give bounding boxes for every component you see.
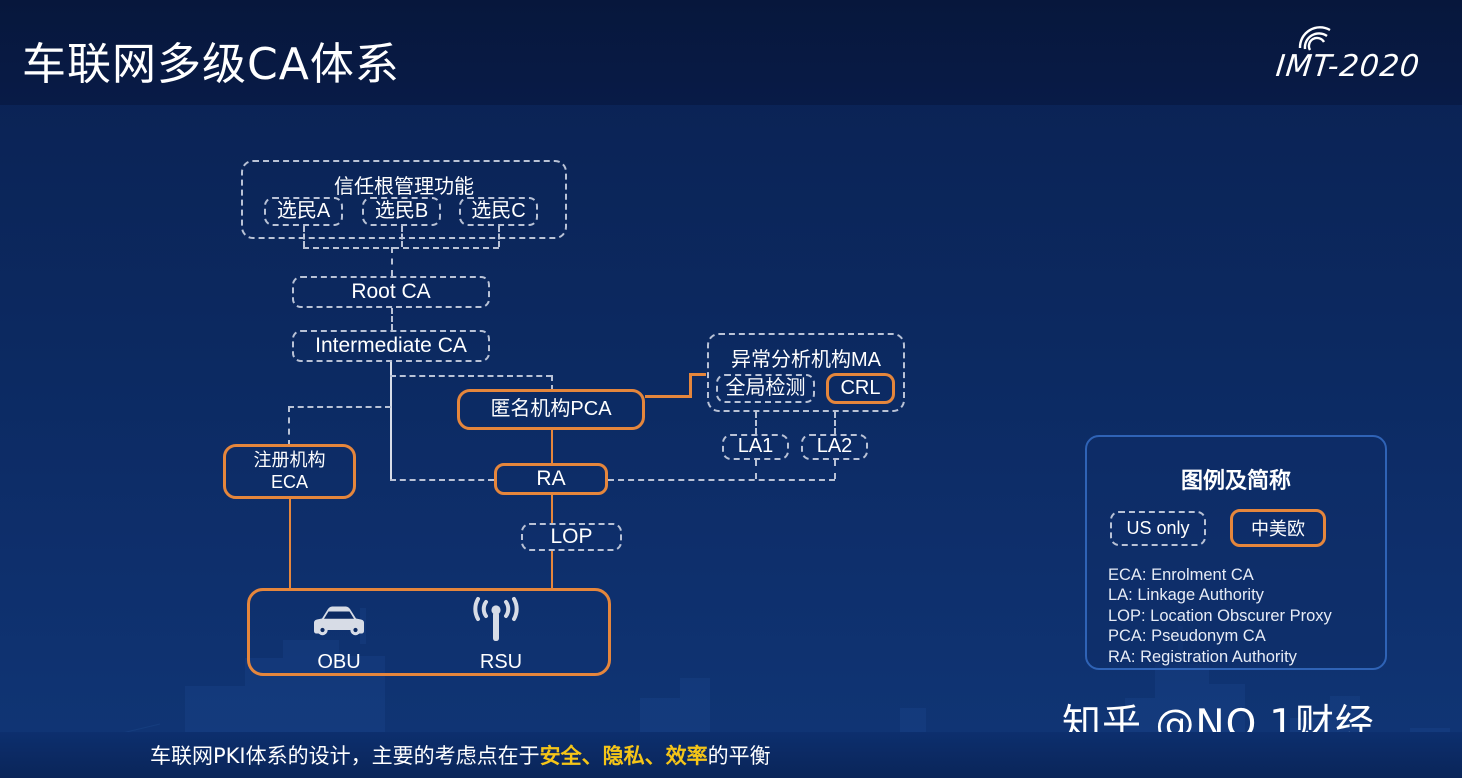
legend-abbr-pca: PCA: Pseudonym CA <box>1108 627 1266 646</box>
legend-chip-us-only[interactable]: US only <box>1110 511 1206 546</box>
legend-abbr-ra: RA: Registration Authority <box>1108 647 1297 666</box>
legend-abbr-lop: LOP: Location Obscurer Proxy <box>1108 606 1332 625</box>
legend-abbr-la: LA: Linkage Authority <box>1108 586 1264 605</box>
intermediate-ca-box[interactable]: Intermediate CA <box>292 330 490 362</box>
connector-voter-bus <box>303 247 499 249</box>
pca-box[interactable]: 匿名机构PCA <box>457 389 645 430</box>
crl-box[interactable]: CRL <box>826 373 895 404</box>
connector-ma-to-la1 <box>755 412 757 434</box>
connector-ra-to-lop <box>551 495 553 523</box>
connector-intermediate-down-trunk <box>390 362 392 479</box>
connector-eca-to-obu <box>289 499 291 590</box>
connector-intermediate-right <box>390 375 552 377</box>
voter-a-box[interactable]: 选民A <box>264 197 343 226</box>
connector-ma-top-into-box <box>689 373 706 376</box>
legend-abbr-eca: ECA: Enrolment CA <box>1108 566 1254 584</box>
rsu-label: RSU <box>479 651 523 673</box>
obu-label: OBU <box>317 651 361 673</box>
ma-group-title: 异常分析机构MA <box>731 349 881 371</box>
caption-highlight: 安全、隐私、效率 <box>539 744 708 768</box>
eca-box[interactable]: 注册机构 ECA <box>223 444 356 499</box>
connector-voter-c-down <box>498 226 500 247</box>
connector-bus-to-root-ca <box>391 247 393 276</box>
antenna-broadcast-icon <box>473 597 519 641</box>
voter-b-box[interactable]: 选民B <box>362 197 441 226</box>
connector-ra-left-bus <box>390 479 494 481</box>
connector-pca-to-ma-horizontal <box>645 395 690 398</box>
root-ca-box[interactable]: Root CA <box>292 276 490 308</box>
legend-chip-china-us-eu[interactable]: 中美欧 <box>1230 509 1326 547</box>
connector-ma-vertical <box>689 373 692 398</box>
la2-box[interactable]: LA2 <box>801 434 868 460</box>
car-icon <box>314 606 364 636</box>
la1-box[interactable]: LA1 <box>722 434 789 460</box>
legend-title: 图例及简称 <box>1180 469 1291 494</box>
lop-box[interactable]: LOP <box>521 523 622 551</box>
connector-to-eca-down <box>288 406 290 446</box>
connector-ra-right-bus <box>608 479 835 481</box>
connector-la1-down <box>755 460 757 479</box>
connector-root-to-intermediate <box>391 308 393 330</box>
imt-2020-logo: IMT-2020 <box>1240 26 1422 84</box>
voter-c-box[interactable]: 选民C <box>459 197 538 226</box>
legend-abbreviations: ECA: Enrolment CA LA: Linkage Authority … <box>1108 565 1375 667</box>
global-detection-box[interactable]: 全局检测 <box>716 374 815 403</box>
connector-ma-to-la2 <box>834 412 836 434</box>
page-title: 车联网多级CA体系 <box>22 39 400 90</box>
ra-box[interactable]: RA <box>494 463 608 495</box>
slide-canvas: 车联网多级CA体系 IMT-2020 信任根管理功能 选民A 选民B 选民C R… <box>0 0 1462 778</box>
connector-voter-b-down <box>401 226 403 247</box>
connector-voter-a-down <box>303 226 305 247</box>
trust-root-group-title: 信任根管理功能 <box>334 176 474 198</box>
caption: 车联网PKI体系的设计，主要的考虑点在于安全、隐私、效率的平衡 <box>150 740 771 770</box>
connector-lop-to-rsu <box>551 551 553 590</box>
logo-text: IMT-2020 <box>1274 49 1422 84</box>
connector-pca-to-ra <box>551 430 553 463</box>
legend-panel: 图例及简称 US only 中美欧 ECA: Enrolment CA LA: … <box>1085 435 1387 670</box>
connector-la2-down <box>834 460 836 479</box>
caption-suffix: 的平衡 <box>707 744 771 768</box>
connector-intermediate-left <box>288 406 391 408</box>
caption-prefix: 车联网PKI体系的设计，主要的考虑点在于 <box>150 744 540 768</box>
